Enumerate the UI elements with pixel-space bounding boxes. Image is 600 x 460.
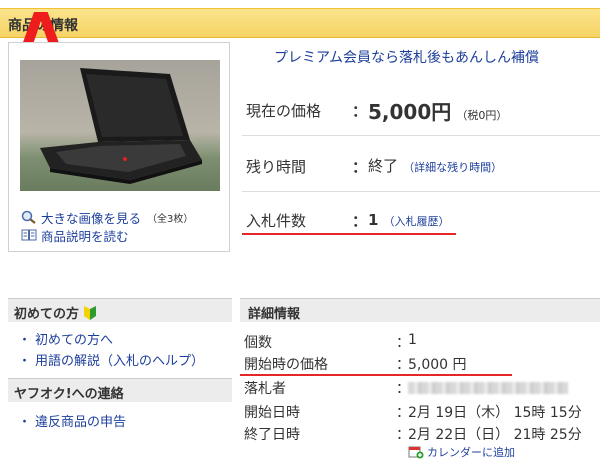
detail-row-start-date: 開始日時 ： 2月 19日（木） 15時 15分 (244, 402, 600, 424)
beginners-list: ・初めての方へ ・用語の解説（入札のヘルプ） (8, 322, 232, 369)
remaining-time-colon: ： (352, 158, 368, 176)
detail-row-quantity: 個数 ： 1 (244, 332, 600, 354)
contact-box: ヤフオク!への連絡 ・違反商品の申告 (8, 378, 232, 430)
detail-label: 個数 (244, 335, 272, 351)
beginners-box: 初めての方 ・初めての方へ ・用語の解説（入札のヘルプ） (8, 298, 232, 369)
detail-value: 2月 22日（日） 21時 25分 (408, 427, 582, 443)
contact-header: ヤフオク!への連絡 (8, 378, 232, 402)
image-count: （全3枚） (147, 213, 194, 225)
detail-row-end-date: 終了日時 ： 2月 22日（日） 21時 25分 (244, 424, 600, 446)
book-icon (21, 229, 37, 241)
beginners-header: 初めての方 (8, 298, 232, 322)
remaining-time-label: 残り時間 (246, 158, 307, 176)
price-colon: ： (352, 102, 368, 120)
enlarge-image-link[interactable]: 大きな画像を見る （全3枚） (21, 208, 193, 226)
detail-label: 落札者 (244, 381, 286, 397)
detailed-time-link[interactable]: （詳細な残り時間） (403, 161, 502, 174)
read-description-label[interactable]: 商品説明を読む (41, 226, 129, 245)
detail-value: 5,000 円 (408, 357, 467, 373)
details-title: 詳細情報 (248, 307, 301, 322)
price-label: 現在の価格 (246, 102, 322, 120)
bid-history-link[interactable]: （入札履歴） (384, 215, 450, 228)
current-price: 5,000円 (368, 100, 452, 124)
detail-label: 開始時の価格 (244, 357, 328, 373)
report-violation-label[interactable]: 違反商品の申告 (35, 415, 126, 430)
beginners-title: 初めての方 (14, 307, 80, 322)
beginners-guide-label[interactable]: 初めての方へ (35, 333, 113, 348)
winner-blurred (408, 378, 568, 398)
detail-value: 2月 19日（木） 15時 15分 (408, 405, 582, 421)
remaining-time-value: 終了 (368, 157, 399, 175)
bid-count-row: 入札件数 ： 1 （入札履歴） (242, 192, 600, 238)
glossary-label[interactable]: 用語の解説（入札のヘルプ） (35, 354, 204, 369)
remaining-time-row: 残り時間 ： 終了 （詳細な残り時間） (242, 136, 600, 192)
bid-count-value: 1 (368, 211, 379, 229)
start-price-underline (240, 374, 512, 376)
blurred-winner-id (408, 382, 568, 394)
bullet: ・ (18, 354, 32, 369)
details-header: 詳細情報 (240, 298, 600, 322)
add-to-calendar-link[interactable]: カレンダーに追加 (408, 444, 515, 460)
bid-count-label: 入札件数 (246, 212, 307, 230)
bid-count-colon: ： (352, 212, 368, 230)
bid-count-underline (242, 233, 456, 235)
detail-label: 終了日時 (244, 427, 300, 443)
bid-count-value-wrap: 1 （入札履歴） (368, 210, 450, 229)
detail-label: 開始日時 (244, 405, 300, 421)
section-header-bar: 商品の情報 (0, 8, 600, 38)
read-description-link[interactable]: 商品説明を読む (21, 226, 193, 244)
detail-value: 1 (408, 332, 417, 348)
glossary-link[interactable]: ・用語の解説（入札のヘルプ） (8, 347, 232, 369)
product-image[interactable] (20, 60, 220, 191)
report-violation-link[interactable]: ・違反商品の申告 (8, 408, 232, 430)
bullet: ・ (18, 333, 32, 348)
image-links: 大きな画像を見る （全3枚） 商品説明を読む (21, 208, 193, 244)
detail-row-start-price: 開始時の価格 ： 5,000 円 (244, 354, 600, 376)
calendar-add-icon (408, 446, 424, 459)
magnifier-icon (21, 210, 36, 224)
contact-title: ヤフオク!への連絡 (14, 387, 124, 402)
enlarge-image-label[interactable]: 大きな画像を見る (41, 208, 141, 227)
price-row: 現在の価格 ： 5,000円 （税0円） (242, 86, 600, 136)
premium-guarantee-link[interactable]: プレミアム会員なら落札後もあんしん補償 (274, 47, 539, 67)
detail-row-winner: 落札者 ： (244, 378, 600, 400)
laptop-image (40, 68, 202, 184)
bullet: ・ (18, 415, 32, 430)
tax-amount: （税0円） (456, 109, 508, 122)
remaining-time-value-wrap: 終了 （詳細な残り時間） (368, 155, 502, 176)
price-value-wrap: 5,000円 （税0円） (368, 96, 507, 125)
beginners-guide-link[interactable]: ・初めての方へ (8, 326, 232, 348)
beginner-mark-icon (83, 306, 96, 320)
contact-list: ・違反商品の申告 (8, 402, 232, 430)
add-to-calendar-label[interactable]: カレンダーに追加 (427, 444, 515, 460)
image-panel: 大きな画像を見る （全3枚） 商品説明を読む (8, 42, 230, 252)
